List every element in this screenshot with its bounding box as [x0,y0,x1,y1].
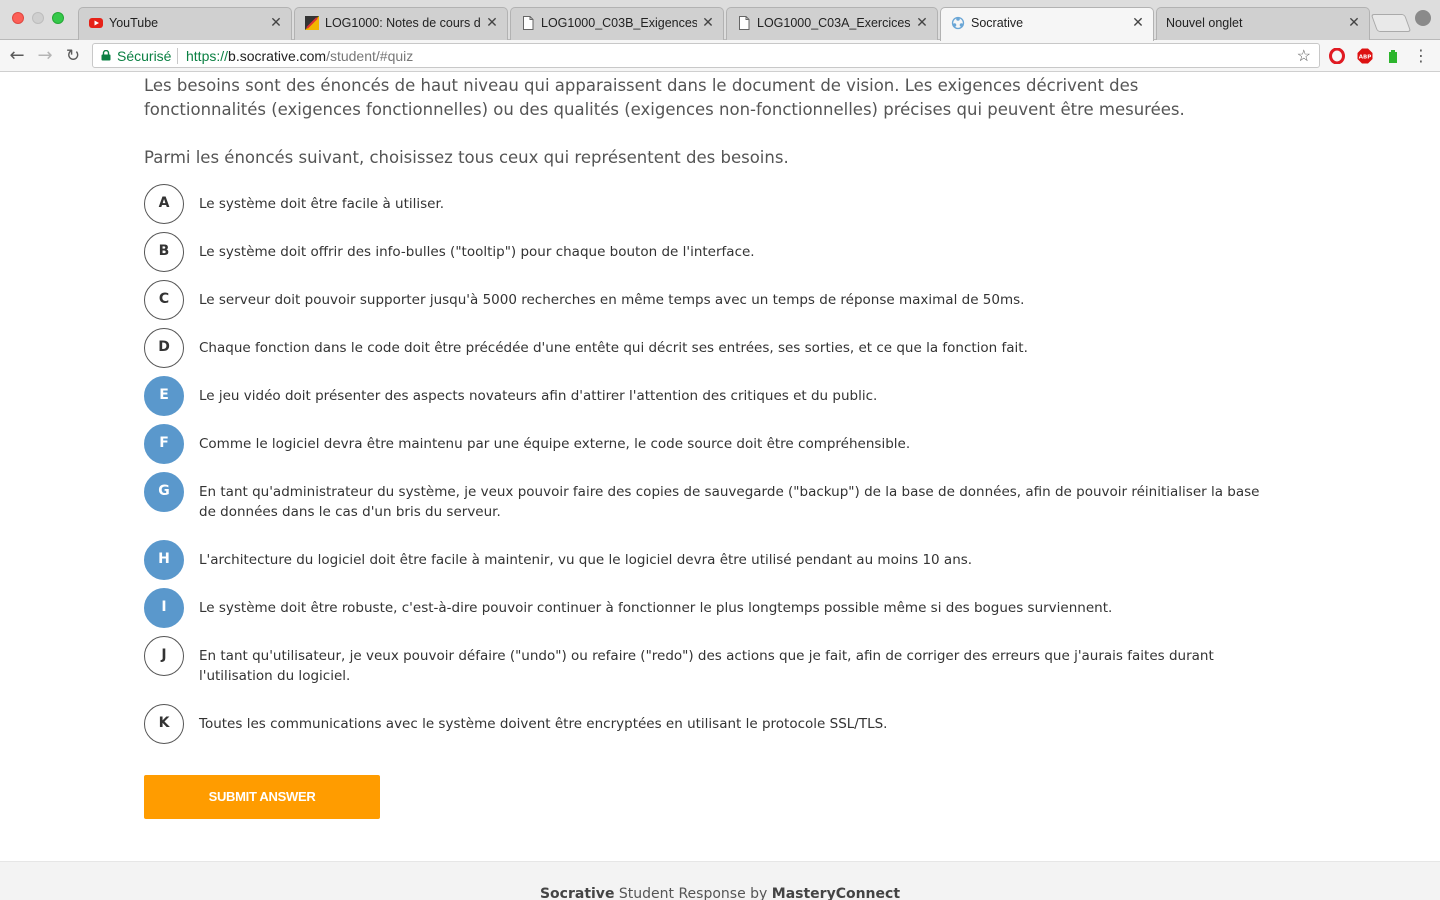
socrative-icon [951,16,965,30]
answer-text: Le jeu vidéo doit présenter des aspects … [199,388,878,404]
answer-bubble[interactable]: J [144,636,184,676]
answer-text: Le système doit être facile à utiliser. [199,196,445,212]
answer-bubble[interactable]: B [144,232,184,272]
document-icon [523,16,534,30]
forward-arrow-icon[interactable]: → [34,45,56,67]
adblock-plus-icon[interactable]: ABP [1357,48,1373,64]
browser-tab-bar: YouTube ✕ LOG1000: Notes de cours du ✕ L… [0,0,1440,41]
secure-label: Sécurisé [117,48,172,64]
back-arrow-icon[interactable]: ← [6,45,28,67]
answer-text: Toutes les communications avec le systèm… [199,716,888,732]
answer-text: L'architecture du logiciel doit être fac… [199,552,973,568]
browser-tab-log1000-notes[interactable]: LOG1000: Notes de cours du ✕ [294,7,508,40]
answer-bubble[interactable]: E [144,376,184,416]
tab-label: LOG1000_C03A_ExercicesGi [757,16,911,30]
svg-text:ABP: ABP [1359,55,1371,61]
battery-extension-icon[interactable] [1385,48,1401,64]
tab-label: YouTube [109,16,159,30]
tab-close-icon[interactable]: ✕ [701,14,715,30]
tab-close-icon[interactable]: ✕ [915,14,929,30]
tab-close-icon[interactable]: ✕ [1131,14,1145,30]
menu-kebab-icon[interactable]: ⋮ [1410,45,1432,67]
answer-bubble[interactable]: C [144,280,184,320]
bookmark-star-icon[interactable]: ☆ [1297,46,1311,66]
answer-bubble[interactable]: H [144,540,184,580]
submit-answer-button[interactable]: SUBMIT ANSWER [144,775,380,819]
browser-tab-socrative[interactable]: Socrative ✕ [940,7,1154,41]
answer-bubble[interactable]: A [144,184,184,224]
answer-text: Chaque fonction dans le code doit être p… [199,340,1028,356]
new-tab-button[interactable] [1370,14,1412,32]
footer-company[interactable]: MasteryConnect [772,886,900,900]
tab-close-icon[interactable]: ✕ [269,14,283,30]
tab-label: LOG1000: Notes de cours du [325,16,481,30]
window-minimize-button[interactable] [32,12,44,24]
window-zoom-button[interactable] [52,12,64,24]
footer-brand: Socrative [539,886,615,900]
browser-toolbar: ← → ↻ Sécurisé https://b.socrative.com/s… [0,40,1440,72]
quiz-page: Les besoins sont des énoncés de haut niv… [0,72,1440,900]
url-text: https://b.socrative.com/student/#quiz [186,48,414,64]
address-divider [177,48,178,64]
browser-tab-exigences-pdf[interactable]: LOG1000_C03B_Exigences.p ✕ [510,7,724,40]
browser-tab-youtube[interactable]: YouTube ✕ [78,7,292,40]
page-footer: Socrative Student Response by MasteryCon… [0,861,1440,900]
browser-tab-new[interactable]: Nouvel onglet ✕ [1156,7,1370,40]
tab-label: Socrative [971,16,1024,30]
answer-bubble[interactable]: D [144,328,184,368]
window-close-button[interactable] [12,12,24,24]
answer-bubble[interactable]: K [144,704,184,744]
tab-close-icon[interactable]: ✕ [1347,14,1361,30]
document-icon [739,16,750,30]
question-intro: Les besoins sont des énoncés de haut niv… [144,76,1185,119]
opera-extension-icon[interactable] [1329,48,1345,64]
tab-label: LOG1000_C03B_Exigences.p [541,16,697,30]
youtube-icon [89,18,103,28]
answer-text: En tant qu'utilisateur, je veux pouvoir … [199,648,1214,684]
reload-icon[interactable]: ↻ [62,45,84,67]
tab-close-icon[interactable]: ✕ [485,14,499,30]
question-instruction: Parmi les énoncés suivant, choisissez to… [144,148,789,167]
address-bar[interactable]: Sécurisé https://b.socrative.com/student… [92,43,1320,68]
footer-middle: Student Response by [614,886,772,900]
tab-label: Nouvel onglet [1166,16,1243,30]
answer-text: Le système doit être robuste, c'est-à-di… [199,600,1113,616]
answer-bubble[interactable]: G [144,472,184,512]
answer-text: Le système doit offrir des info-bulles (… [199,244,755,260]
course-icon [305,16,319,30]
lock-icon [101,50,111,61]
profile-icon[interactable] [1415,10,1431,26]
answer-text: En tant qu'administrateur du système, je… [199,484,1260,520]
footer-credit: Socrative Student Response by MasteryCon… [0,886,1440,900]
answer-bubble[interactable]: F [144,424,184,464]
answer-bubble[interactable]: I [144,588,184,628]
browser-tab-exercices-pdf[interactable]: LOG1000_C03A_ExercicesGi ✕ [726,7,938,40]
answer-text: Le serveur doit pouvoir supporter jusqu'… [199,292,1025,308]
answer-text: Comme le logiciel devra être maintenu pa… [199,436,911,452]
